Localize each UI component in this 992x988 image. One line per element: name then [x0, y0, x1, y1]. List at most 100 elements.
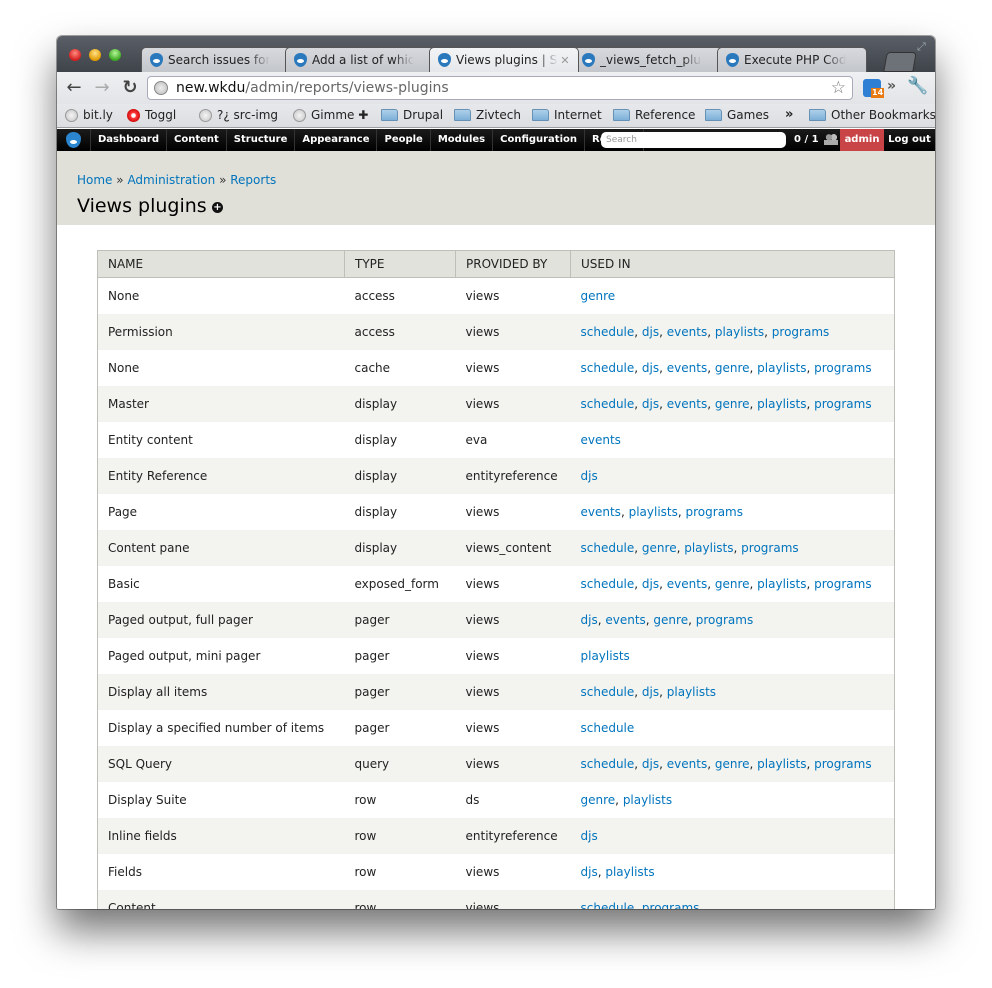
used-in-link[interactable]: programs — [741, 541, 798, 555]
used-in-link[interactable]: schedule — [581, 577, 635, 591]
browser-tab[interactable]: Execute PHP Code | — [717, 47, 867, 72]
extensions-overflow-icon[interactable]: » — [887, 78, 896, 94]
used-in-link[interactable]: djs — [581, 613, 598, 627]
logout-link[interactable]: Log out — [884, 129, 935, 151]
admin-menu-item-configuration[interactable]: Configuration — [492, 129, 584, 151]
add-shortcut-icon[interactable]: + — [212, 202, 223, 213]
bookmark-item[interactable]: Zivtech — [454, 108, 521, 122]
used-in-link[interactable]: djs — [642, 757, 659, 771]
bookmark-item[interactable]: Reference — [613, 108, 695, 122]
used-in-link[interactable]: programs — [686, 505, 743, 519]
used-in-link[interactable]: genre — [715, 577, 750, 591]
reload-button[interactable]: ↻ — [119, 77, 141, 99]
used-in-link[interactable]: events — [667, 361, 707, 375]
used-in-link[interactable]: playlists — [757, 397, 806, 411]
admin-search-input[interactable]: Search — [601, 132, 786, 148]
address-bar[interactable]: new.wkdu/admin/reports/views-plugins ☆ — [147, 76, 853, 100]
used-in-link[interactable]: events — [667, 325, 707, 339]
bookmark-item[interactable]: Games — [705, 108, 769, 122]
used-in-link[interactable]: schedule — [581, 325, 635, 339]
minimize-window-button[interactable] — [89, 49, 101, 61]
used-in-link[interactable]: playlists — [757, 577, 806, 591]
back-button[interactable]: ← — [63, 77, 85, 99]
used-in-link[interactable]: playlists — [605, 865, 654, 879]
used-in-link[interactable]: programs — [814, 577, 871, 591]
used-in-link[interactable]: playlists — [629, 505, 678, 519]
fullscreen-icon[interactable]: ⤢ — [917, 40, 929, 53]
used-in-link[interactable]: djs — [642, 397, 659, 411]
used-in-link[interactable]: schedule — [581, 721, 635, 735]
bookmark-item[interactable]: bit.ly — [65, 108, 113, 122]
browser-tab[interactable]: Add a list of which — [285, 47, 435, 72]
used-in-link[interactable]: playlists — [757, 757, 806, 771]
used-in-link[interactable]: programs — [814, 361, 871, 375]
used-in-link[interactable]: playlists — [581, 649, 630, 663]
used-in-link[interactable]: djs — [581, 469, 598, 483]
admin-menu-item-people[interactable]: People — [376, 129, 429, 151]
used-in-link[interactable]: schedule — [581, 757, 635, 771]
used-in-link[interactable]: playlists — [623, 793, 672, 807]
browser-tab[interactable]: Search issues for a — [141, 47, 291, 72]
drupal-home-icon[interactable] — [66, 132, 81, 148]
admin-menu-item-structure[interactable]: Structure — [225, 129, 295, 151]
used-in-link[interactable]: programs — [642, 901, 699, 910]
user-account-link[interactable]: admin — [840, 129, 884, 151]
bookmark-item[interactable]: Drupal — [381, 108, 443, 122]
used-in-link[interactable]: djs — [581, 865, 598, 879]
used-in-link[interactable]: programs — [814, 397, 871, 411]
bookmark-item[interactable]: Internet — [532, 108, 602, 122]
used-in-link[interactable]: events — [581, 433, 621, 447]
breadcrumb-reports[interactable]: Reports — [230, 173, 276, 187]
used-in-link[interactable]: djs — [581, 829, 598, 843]
browser-tab[interactable]: _views_fetch_plugin — [573, 47, 723, 72]
bookmark-item[interactable]: ?¿ src-img — [199, 108, 278, 122]
used-in-link[interactable]: events — [581, 505, 621, 519]
used-in-link[interactable]: schedule — [581, 397, 635, 411]
forward-button[interactable]: → — [91, 77, 113, 99]
bookmark-item[interactable]: Gimme ✚ — [293, 108, 368, 122]
used-in-link[interactable]: playlists — [684, 541, 733, 555]
close-window-button[interactable] — [69, 49, 81, 61]
used-in-link[interactable]: genre — [715, 757, 750, 771]
breadcrumb-home[interactable]: Home — [77, 173, 112, 187]
new-tab-button[interactable] — [883, 52, 917, 72]
used-in-link[interactable]: events — [667, 757, 707, 771]
used-in-link[interactable]: djs — [642, 577, 659, 591]
used-in-link[interactable]: events — [667, 577, 707, 591]
browser-tab[interactable]: Views plugins | Site✕ — [429, 47, 579, 72]
used-in-link[interactable]: schedule — [581, 361, 635, 375]
used-in-link[interactable]: genre — [581, 793, 616, 807]
used-in-link[interactable]: genre — [715, 361, 750, 375]
admin-menu-item-dashboard[interactable]: Dashboard — [90, 129, 166, 151]
admin-menu-item-appearance[interactable]: Appearance — [294, 129, 376, 151]
breadcrumb-administration[interactable]: Administration — [127, 173, 215, 187]
used-in-link[interactable]: events — [667, 397, 707, 411]
used-in-link[interactable]: djs — [642, 685, 659, 699]
used-in-link[interactable]: genre — [581, 289, 616, 303]
close-tab-icon[interactable]: ✕ — [558, 54, 572, 67]
used-in-link[interactable]: programs — [814, 757, 871, 771]
used-in-link[interactable]: programs — [772, 325, 829, 339]
used-in-link[interactable]: programs — [696, 613, 753, 627]
admin-menu-item-content[interactable]: Content — [166, 129, 226, 151]
used-in-link[interactable]: playlists — [757, 361, 806, 375]
bookmarks-overflow-button[interactable]: » — [785, 107, 793, 122]
rss-extension-icon[interactable]: 14 — [863, 79, 885, 98]
bookmark-item[interactable]: Toggl — [127, 108, 176, 122]
other-bookmarks[interactable]: Other Bookmarks — [809, 108, 935, 122]
used-in-link[interactable]: playlists — [667, 685, 716, 699]
used-in-link[interactable]: djs — [642, 361, 659, 375]
bookmark-star-icon[interactable]: ☆ — [831, 77, 846, 99]
used-in-link[interactable]: events — [605, 613, 645, 627]
used-in-link[interactable]: djs — [642, 325, 659, 339]
used-in-link[interactable]: schedule — [581, 901, 635, 910]
used-in-link[interactable]: schedule — [581, 541, 635, 555]
used-in-link[interactable]: genre — [642, 541, 677, 555]
wrench-menu-icon[interactable]: 🔧 — [907, 76, 928, 96]
zoom-window-button[interactable] — [109, 49, 121, 61]
used-in-link[interactable]: schedule — [581, 685, 635, 699]
used-in-link[interactable]: genre — [715, 397, 750, 411]
used-in-link[interactable]: genre — [653, 613, 688, 627]
admin-menu-item-modules[interactable]: Modules — [429, 129, 492, 151]
used-in-link[interactable]: playlists — [715, 325, 764, 339]
